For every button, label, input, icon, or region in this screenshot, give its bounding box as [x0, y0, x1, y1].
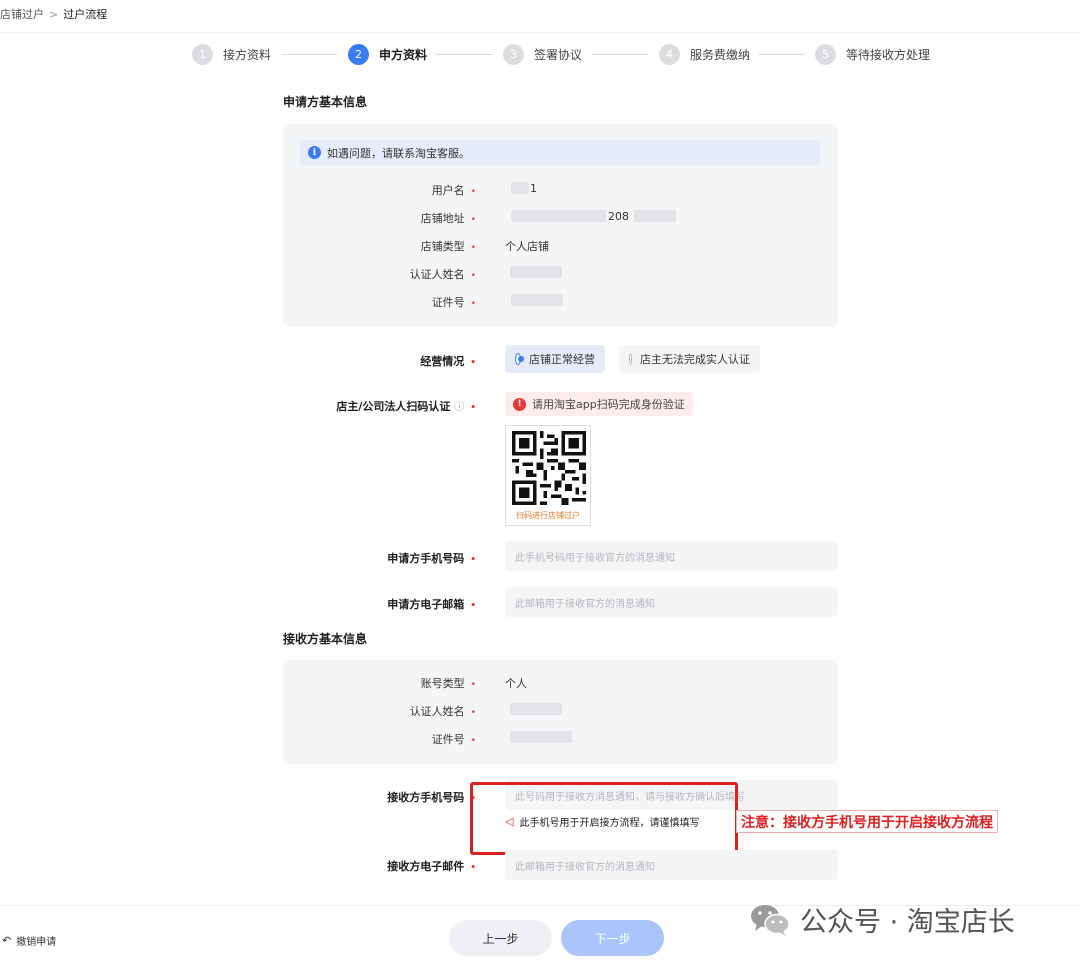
receiver-email-label: 接收方电子邮件 • [387, 860, 476, 873]
field-label-username: 用户名 • [431, 184, 476, 197]
undo-icon: ↶ [2, 934, 12, 947]
receiver-section-title: 接收方基本信息 [283, 632, 368, 646]
step-label: 申方资料 [379, 47, 428, 62]
receiver-phone-tip: ◁ 此手机号用于开启接方流程，请谨慎填写 [505, 814, 699, 829]
step-label: 签署协议 [534, 47, 583, 62]
business-status-label: 经营情况 • [420, 355, 476, 368]
qr-code-card[interactable]: 扫码进行店铺过户 [505, 425, 591, 526]
field-label-account-type: 账号类型 • [420, 677, 476, 690]
field-label-receiver-name: 认证人姓名 • [409, 705, 476, 718]
step-label: 等待接收方处理 [846, 47, 931, 62]
redacted-value [510, 731, 572, 743]
field-label-shop-address: 店铺地址 • [420, 212, 476, 225]
step-connector [592, 54, 648, 55]
qr-caption: 扫码进行店铺过户 [516, 511, 580, 520]
radio-dot [515, 353, 524, 365]
cancel-label: 撤销申请 [16, 937, 57, 948]
step-label: 服务费缴纳 [690, 47, 751, 62]
field-value-account-type: 个人 [505, 677, 527, 690]
step-number: 2 [348, 43, 369, 65]
tip-text: 此手机号用于开启接方流程，请谨慎填写 [519, 818, 700, 829]
breadcrumb-parent[interactable]: 店铺过户 [0, 8, 44, 21]
applicant-phone-label: 申请方手机号码 • [387, 552, 476, 565]
breadcrumb: 店铺过户 > 过户流程 [0, 6, 107, 22]
field-label-receiver-id: 证件号 • [431, 733, 476, 746]
help-notice: i 如遇问题，请联系淘宝客服。 [300, 140, 820, 165]
step-connector [282, 54, 337, 55]
step-4: 4 服务费缴纳 [659, 43, 750, 65]
notice-text: 如遇问题，请联系淘宝客服。 [327, 146, 470, 160]
radio-dot [629, 353, 632, 365]
watermark: 公众号 · 淘宝店长 [750, 900, 1015, 939]
redacted-value [511, 182, 529, 194]
step-number: 4 [659, 43, 680, 65]
field-value-shop-type: 个人店铺 [505, 240, 549, 253]
radio-label: 店主无法完成实人认证 [640, 353, 750, 366]
next-step-button[interactable]: 下一步 [561, 920, 664, 956]
field-label-shop-type: 店铺类型 • [420, 240, 476, 253]
scan-warning: ! 请用淘宝app扫码完成身份验证 [505, 392, 693, 416]
redacted-value [510, 266, 562, 278]
redacted-value [511, 210, 606, 222]
wechat-icon [751, 904, 790, 936]
applicant-email-input[interactable]: 此邮箱用于接收官方的消息通知 [505, 587, 838, 617]
field-label-id-number: 证件号 • [431, 296, 476, 309]
annotation-note: 注意：接收方手机号用于开启接收方流程 [736, 810, 998, 833]
field-value-username: 1 [530, 182, 537, 195]
breadcrumb-separator: > [49, 8, 59, 21]
step-label: 接方资料 [223, 47, 272, 62]
step-2: 2 申方资料 [348, 43, 427, 65]
field-label-auth-name: 认证人姓名 • [409, 268, 476, 281]
question-circle-icon[interactable]: ⓘ [454, 402, 464, 413]
radio-normal-operation[interactable]: 店铺正常经营 [505, 345, 605, 373]
step-connector [436, 54, 493, 55]
qr-code [512, 431, 586, 505]
step-connector [758, 54, 804, 55]
redacted-value [511, 294, 563, 306]
step-number: 3 [503, 43, 524, 65]
header-divider [0, 32, 1080, 33]
applicant-section-title: 申请方基本信息 [283, 95, 368, 109]
warning-icon: ! [513, 397, 526, 411]
breadcrumb-current: 过户流程 [63, 8, 108, 21]
prev-step-button[interactable]: 上一步 [449, 920, 552, 956]
scan-auth-label: 店主/公司法人扫码认证 ⓘ • [336, 400, 476, 413]
speaker-icon: ◁ [505, 815, 514, 828]
radio-label: 店铺正常经营 [529, 353, 595, 366]
redacted-value [510, 703, 562, 715]
receiver-phone-label: 接收方手机号码 • [387, 791, 476, 804]
step-1: 1 接方资料 [192, 43, 271, 65]
applicant-email-label: 申请方电子邮箱 • [387, 598, 476, 611]
field-value-shop-address: 208 [608, 210, 629, 223]
step-3: 3 签署协议 [503, 43, 582, 65]
step-number: 1 [192, 43, 213, 65]
step-5: 5 等待接收方处理 [815, 43, 930, 65]
info-icon: i [308, 146, 321, 159]
radio-cannot-verify[interactable]: 店主无法完成实人认证 [619, 345, 760, 373]
redacted-value [634, 210, 676, 222]
step-number: 5 [815, 43, 836, 65]
watermark-text: 公众号 · 淘宝店长 [800, 907, 1015, 938]
applicant-phone-input[interactable]: 此手机号码用于接收官方的消息通知 [505, 541, 838, 571]
cancel-application-link[interactable]: ↶ 撤销申请 [2, 933, 56, 948]
scan-warning-text: 请用淘宝app扫码完成身份验证 [532, 398, 685, 411]
receiver-email-input[interactable]: 此邮箱用于接收官方的消息通知 [505, 850, 838, 880]
